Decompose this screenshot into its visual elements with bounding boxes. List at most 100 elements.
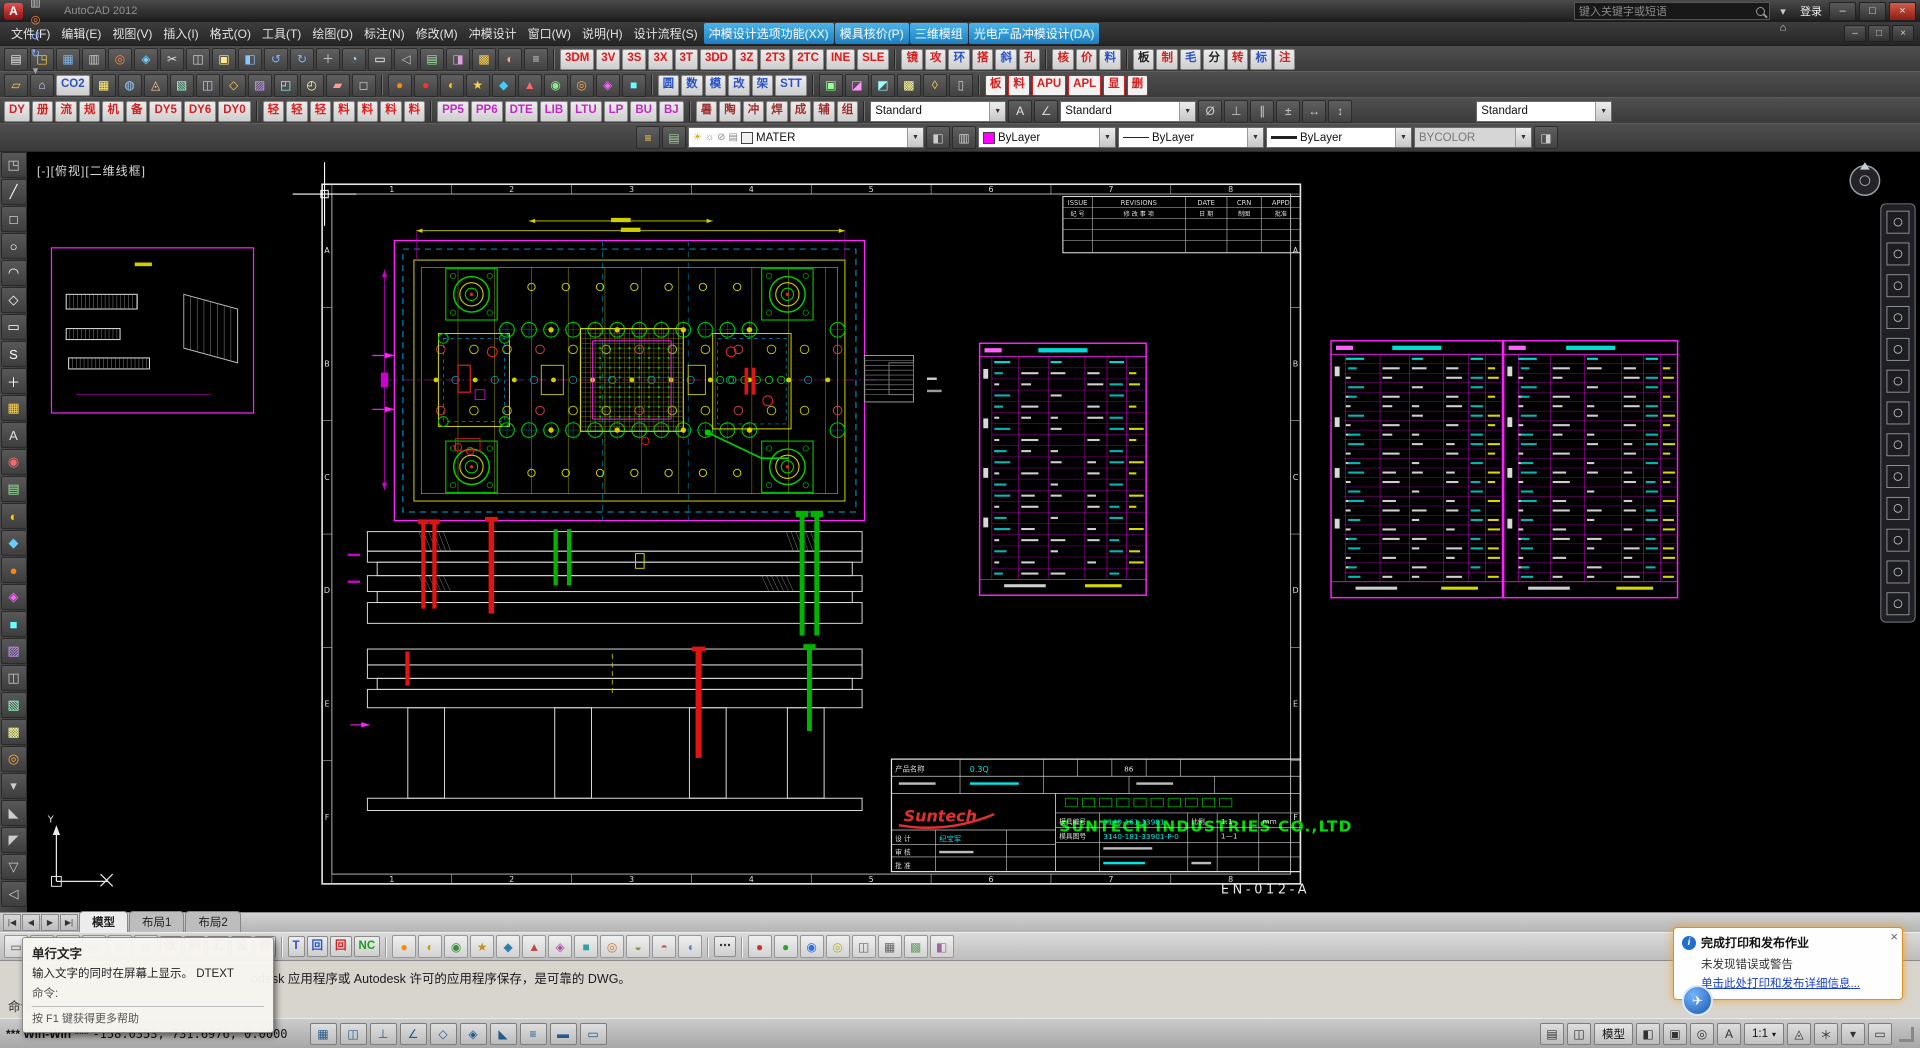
toolbar-button-NC[interactable]: NC	[354, 936, 381, 957]
menu-item[interactable]: 三维模组	[910, 23, 968, 44]
menu-item[interactable]: 插入(I)	[158, 23, 203, 44]
publish-icon[interactable]: ◈	[134, 48, 158, 71]
prev-icon[interactable]: ◁	[1, 881, 27, 907]
tab-scroll-arrow[interactable]: ◀	[22, 914, 40, 931]
tool-icon[interactable]: ▲	[518, 74, 542, 97]
pan-tool-icon[interactable]: ◧	[1636, 1023, 1660, 1045]
save-icon[interactable]: ▦	[56, 48, 80, 71]
toolbar-button-⋯[interactable]: ⋯	[714, 936, 736, 957]
zoom-realtime-icon[interactable]: ◔	[342, 48, 366, 71]
tool-icon[interactable]: ●	[392, 935, 416, 958]
tab-布局2[interactable]: 布局2	[185, 911, 240, 933]
copy-icon[interactable]: ◫	[186, 48, 210, 71]
toolbar-button-圆[interactable]: 圆	[658, 75, 680, 96]
donut-icon[interactable]: ◉	[1, 449, 27, 475]
signin-button[interactable]: 登录	[1796, 3, 1826, 19]
chevron-down-icon[interactable]: ▼	[1247, 128, 1263, 147]
tool-icon[interactable]: ◖	[678, 935, 702, 958]
toolbar-button-料[interactable]: 料	[357, 101, 379, 122]
toolbar-button-规[interactable]: 规	[79, 101, 101, 122]
lineweight-dropdown[interactable]: ByLayer▼	[1266, 127, 1412, 148]
toolbar-button-APL[interactable]: APL	[1068, 75, 1101, 96]
toolbar-button-备[interactable]: 备	[126, 101, 148, 122]
toolbar-button-APU[interactable]: APU	[1032, 75, 1066, 96]
parallel-icon[interactable]: ∥	[1250, 100, 1274, 123]
angle-icon[interactable]: ∠	[1034, 100, 1058, 123]
chevron-down-icon[interactable]: ▼	[1595, 102, 1611, 121]
toolbar-button-陶[interactable]: 陶	[719, 101, 741, 122]
status-toggle-icon[interactable]: ≡	[520, 1023, 547, 1045]
quickview-drawings-icon[interactable]: ◫	[1567, 1023, 1591, 1045]
search-box[interactable]: 键入关键字或短语	[1574, 2, 1770, 20]
tool-icon[interactable]: ▣	[819, 74, 843, 97]
menu-item[interactable]: 工具(T)	[257, 23, 306, 44]
menu-item[interactable]: 冲模设计	[464, 23, 522, 44]
toolbar-button-辅[interactable]: 辅	[813, 101, 835, 122]
point-icon[interactable]: ＋	[1, 368, 27, 394]
tool-icon[interactable]: ◈	[548, 935, 572, 958]
doc-minimize-button[interactable]: –	[1844, 25, 1866, 42]
chevron-down-icon[interactable]: ▼	[1179, 102, 1195, 121]
toolbar-button-INE[interactable]: INE	[826, 49, 855, 70]
status-toggle-icon[interactable]: ◣	[490, 1023, 517, 1045]
toolbar-button-回[interactable]: 回	[307, 936, 329, 957]
toolbar-button-回[interactable]: 回	[330, 936, 352, 957]
toolbar-button-分[interactable]: 分	[1203, 49, 1225, 70]
maximize-button[interactable]: □	[1859, 2, 1886, 21]
tool-icon[interactable]: ◉	[444, 935, 468, 958]
layer-properties-icon[interactable]: ≡	[636, 126, 660, 149]
cut-icon[interactable]: ✂	[160, 48, 184, 71]
status-toggle-icon[interactable]: ◫	[340, 1023, 367, 1045]
drawing-canvas[interactable]: [-][俯视][二维线框] 1122334455667788AABBCCDDEE…	[27, 150, 1920, 912]
polygon-icon[interactable]: ◇	[1, 287, 27, 313]
spline-icon[interactable]: S	[1, 341, 27, 367]
tool-icon[interactable]: ◧	[930, 935, 954, 958]
cleanscreen-icon[interactable]: ▭	[1868, 1023, 1892, 1045]
toolbar-button-STT[interactable]: STT	[775, 75, 807, 96]
notification-link[interactable]: 单击此处打印和发布详细信息...	[1701, 975, 1894, 991]
dim-linear-icon[interactable]: ↔	[1302, 100, 1326, 123]
home-icon[interactable]: ⌂	[1773, 20, 1793, 37]
toolpalette-icon[interactable]: ▩	[472, 48, 496, 71]
menu-item[interactable]: 标注(N)	[359, 23, 410, 44]
view-icon[interactable]: ◰	[274, 74, 298, 97]
status-toggle-icon[interactable]: ∠	[400, 1023, 427, 1045]
zoom-window-icon[interactable]: ▭	[368, 48, 392, 71]
toolbar-button-LTU[interactable]: LTU	[570, 101, 602, 122]
undo-icon[interactable]: ↺	[264, 48, 288, 71]
mesh-icon[interactable]: ▧	[170, 74, 194, 97]
polyline-icon[interactable]: ▭	[1, 314, 27, 340]
toolbar-button-料[interactable]: 料	[404, 101, 426, 122]
layer-freeze-icon[interactable]: ☼	[705, 133, 714, 143]
tab-scroll-arrow[interactable]: ▶	[41, 914, 59, 931]
redo-icon[interactable]: ↻	[290, 48, 314, 71]
plotstyle-dropdown[interactable]: BYCOLOR▼	[1414, 127, 1532, 148]
toolbar-button-册[interactable]: 册	[32, 101, 54, 122]
tool-icon[interactable]: ◆	[492, 74, 516, 97]
tool-icon[interactable]: ◐	[418, 935, 442, 958]
perpendicular-icon[interactable]: ⊥	[1224, 100, 1248, 123]
toolbar-button-价[interactable]: 价	[1076, 49, 1098, 70]
tool-icon[interactable]: ◊	[923, 74, 947, 97]
layer-plot-icon[interactable]: ▤	[729, 133, 738, 143]
layer-isolate-icon[interactable]: ▥	[952, 126, 976, 149]
menu-item[interactable]: 编辑(E)	[56, 23, 106, 44]
tool-icon[interactable]: ★	[466, 74, 490, 97]
toolbar-button-注[interactable]: 注	[1274, 49, 1296, 70]
circle-icon[interactable]: ○	[1, 233, 27, 259]
communication-balloon-icon[interactable]: ✈	[1682, 985, 1713, 1016]
tool-icon[interactable]: ◉	[800, 935, 824, 958]
toolbar-button-2TC[interactable]: 2TC	[792, 49, 824, 70]
tray-menu-icon[interactable]: ▾	[1841, 1023, 1865, 1045]
tool-icon[interactable]: ◆	[496, 935, 520, 958]
tab-scroll-arrow[interactable]: |◀	[3, 914, 21, 931]
paste-icon[interactable]: ▣	[212, 48, 236, 71]
toolbar-button-改[interactable]: 改	[728, 75, 750, 96]
menu-item[interactable]: 绘图(D)	[307, 23, 358, 44]
menu-item[interactable]: 冲模设计选项功能(XX)	[704, 23, 834, 44]
toolbar-button-PP6[interactable]: PP6	[471, 101, 503, 122]
gradient-icon[interactable]: ◐	[1, 503, 27, 529]
chevron-down-icon[interactable]: ▼	[1515, 128, 1531, 147]
menu-item[interactable]: 视图(V)	[107, 23, 157, 44]
toolbar-button-3S[interactable]: 3S	[622, 49, 646, 70]
